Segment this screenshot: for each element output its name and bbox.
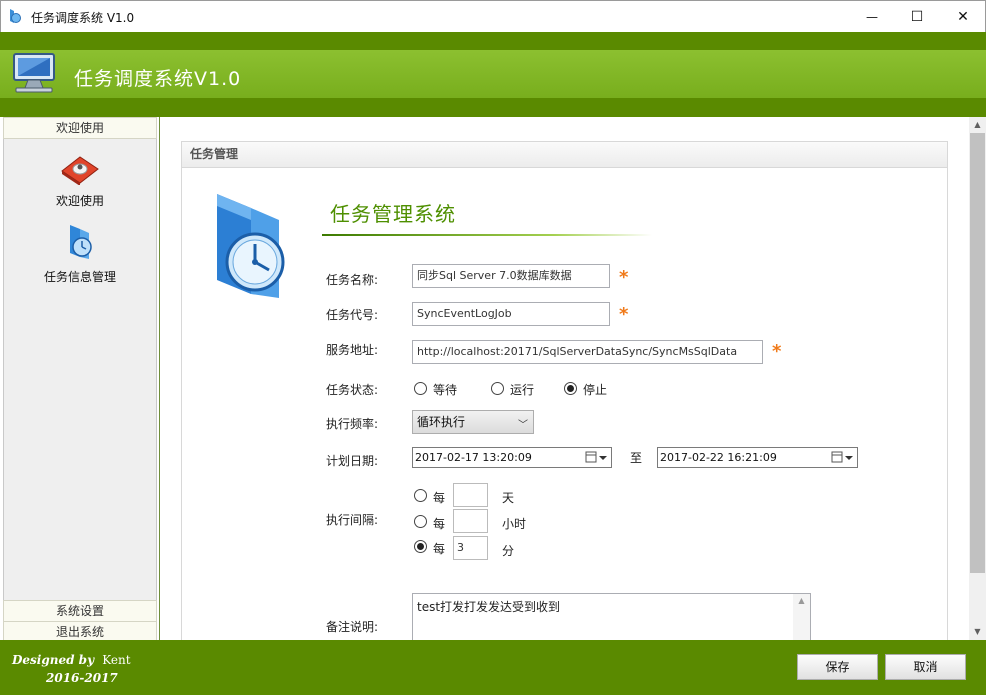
save-button[interactable]: 保存 (797, 654, 878, 680)
remark-label: 备注说明: (325, 620, 378, 634)
credit-prefix: Designed by (12, 653, 95, 667)
task-code-label: 任务代号: (325, 308, 378, 322)
task-panel: 任务管理 任务管理系统 任务名称: 同步Sql Server 7.0数据库数据 … (181, 141, 948, 641)
sidebar-item-welcome[interactable]: 欢迎使用 (3, 153, 157, 209)
end-date-value: 2017-02-22 16:21:09 (660, 451, 777, 464)
task-status-label: 任务状态: (325, 383, 378, 397)
maximize-button[interactable]: ☐ (894, 1, 940, 33)
interval-day-radio[interactable] (414, 489, 427, 502)
cancel-button[interactable]: 取消 (885, 654, 966, 680)
task-code-input[interactable]: SyncEventLogJob (412, 302, 610, 326)
interval-hour-unit: 小时 (502, 517, 527, 531)
calendar-dropdown-icon[interactable] (831, 450, 855, 465)
scroll-up-icon[interactable]: ▲ (793, 594, 810, 608)
sidebar-section-welcome[interactable]: 欢迎使用 (3, 117, 157, 139)
interval-day-unit: 天 (502, 491, 515, 505)
status-stopped-radio[interactable] (564, 382, 577, 395)
task-name-input[interactable]: 同步Sql Server 7.0数据库数据 (412, 264, 610, 288)
frequency-select[interactable]: 循环执行 ﹀ (412, 410, 534, 434)
status-waiting-label: 等待 (433, 383, 458, 397)
chevron-down-icon: ﹀ (518, 420, 528, 431)
window-titlebar: 任务调度系统 V1.0 — ☐ ✕ (0, 0, 986, 32)
interval-minute-unit: 分 (502, 544, 515, 558)
window-title: 任务调度系统 V1.0 (31, 11, 135, 25)
remark-value: test打发打发发达受到收到 (417, 600, 561, 614)
end-date-picker[interactable]: 2017-02-22 16:21:09 (657, 447, 858, 468)
plan-date-label: 计划日期: (325, 454, 378, 468)
status-waiting-radio[interactable] (414, 382, 427, 395)
sidebar-item-label: 欢迎使用 (55, 194, 104, 208)
app-title: 任务调度系统V1.0 (74, 68, 242, 90)
frequency-label: 执行频率: (325, 417, 378, 431)
maximize-icon: ☐ (910, 9, 924, 25)
app-icon (10, 9, 21, 23)
title-divider (322, 234, 652, 236)
frequency-value: 循环执行 (417, 415, 466, 429)
page-title: 任务管理系统 (330, 202, 456, 226)
close-icon: ✕ (957, 9, 969, 25)
sidebar-item-label: 任务信息管理 (43, 270, 116, 284)
required-mark: * (772, 341, 782, 362)
app-footer: Designed by Kent 2016-2017 保存 取消 (0, 640, 986, 695)
interval-hour-prefix: 每 (433, 517, 446, 531)
interval-minute-input[interactable]: 3 (453, 536, 488, 560)
interval-day-prefix: 每 (433, 491, 446, 505)
panel-header: 任务管理 (182, 142, 947, 168)
interval-day-input[interactable] (453, 483, 488, 507)
main-scrollbar[interactable]: ▲ ▼ (969, 117, 986, 640)
task-name-label: 任务名称: (325, 273, 378, 287)
credit-years: 2016-2017 (46, 671, 118, 685)
date-range-separator: 至 (630, 451, 643, 465)
start-date-picker[interactable]: 2017-02-17 13:20:09 (412, 447, 612, 468)
calendar-dropdown-icon[interactable] (585, 450, 609, 465)
minimize-icon: — (866, 10, 878, 24)
status-running-radio[interactable] (491, 382, 504, 395)
interval-hour-radio[interactable] (414, 515, 427, 528)
task-info-icon (70, 225, 92, 259)
task-clock-icon (217, 194, 285, 298)
service-url-input[interactable]: http://localhost:20171/SqlServerDataSync… (412, 340, 763, 364)
status-stopped-label: 停止 (583, 383, 608, 397)
remark-textarea[interactable]: test打发打发发达受到收到 ▲ (412, 593, 811, 641)
status-running-label: 运行 (510, 383, 535, 397)
service-url-label: 服务地址: (325, 343, 378, 357)
scroll-up-icon[interactable]: ▲ (969, 117, 986, 133)
app-header: 任务调度系统V1.0 (0, 32, 986, 117)
interval-hour-input[interactable] (453, 509, 488, 533)
textarea-scrollbar[interactable]: ▲ (793, 594, 810, 640)
main-content: ▲ ▼ 任务管理 任务管理系统 任务名称: 同步Sql Server 7.0数据… (160, 117, 986, 641)
credit-author: Kent (102, 653, 131, 667)
sidebar-section-settings[interactable]: 系统设置 (3, 600, 157, 622)
close-button[interactable]: ✕ (940, 1, 986, 33)
interval-label: 执行间隔: (325, 513, 378, 527)
computer-monitor-icon (13, 53, 55, 93)
interval-minute-prefix: 每 (433, 542, 446, 556)
sidebar-item-task-info[interactable]: 任务信息管理 (3, 223, 157, 285)
scroll-down-icon[interactable]: ▼ (969, 624, 986, 640)
sidebar: 欢迎使用 欢迎使用 任务信息管理 系统设置 退出系统 (0, 117, 160, 643)
welcome-icon (61, 156, 99, 186)
designer-credit: Designed by Kent (12, 653, 131, 667)
required-mark: * (619, 304, 629, 325)
minimize-button[interactable]: — (849, 1, 895, 33)
start-date-value: 2017-02-17 13:20:09 (415, 451, 532, 464)
required-mark: * (619, 267, 629, 288)
interval-minute-radio[interactable] (414, 540, 427, 553)
scrollbar-thumb[interactable] (970, 133, 985, 573)
